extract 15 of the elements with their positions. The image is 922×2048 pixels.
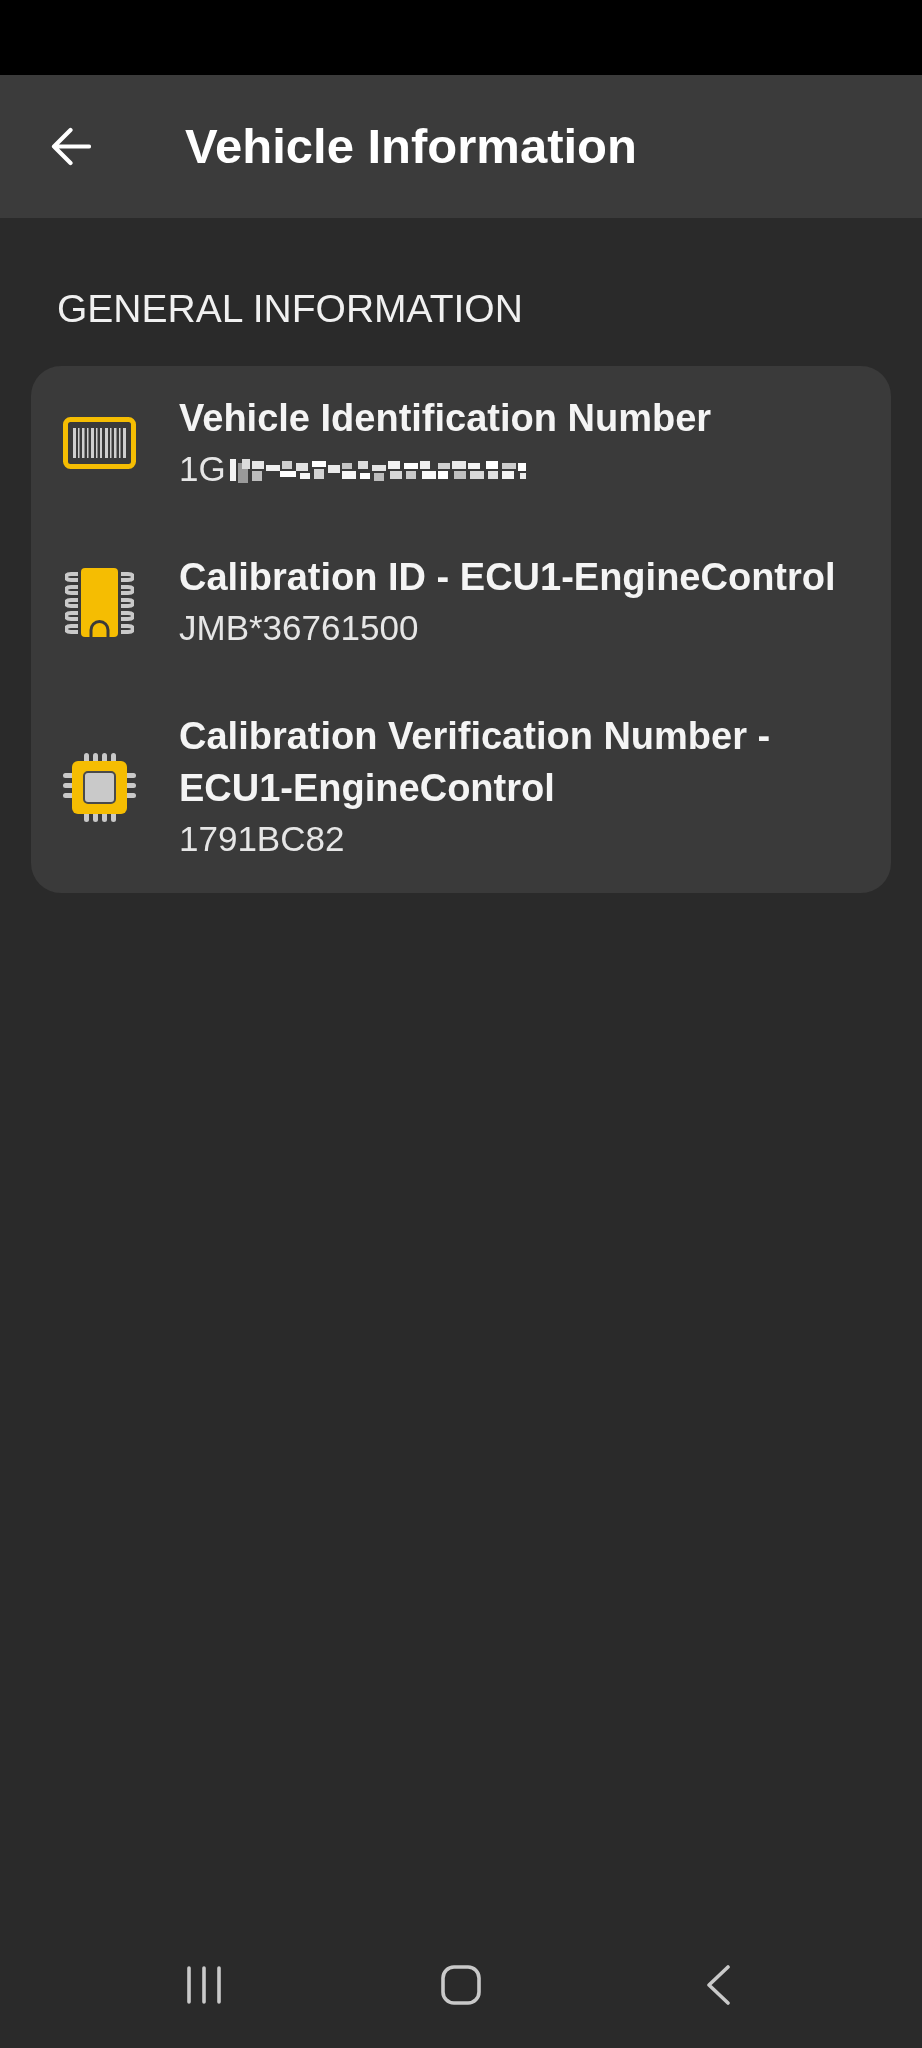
field-label: Calibration ID - ECU1-EngineControl bbox=[179, 555, 837, 600]
field-label: Calibration Verification Number - ECU1-EngineControl bbox=[179, 714, 772, 811]
field-value: 1791BC82 bbox=[179, 818, 345, 860]
screen-title: Vehicle Information bbox=[185, 118, 637, 176]
field-value: JMB*36761500 bbox=[179, 607, 419, 649]
back-arrow-icon bbox=[50, 126, 91, 167]
processor-icon bbox=[63, 752, 136, 822]
back-icon bbox=[706, 1965, 730, 2005]
field-label: Vehicle Identification Number bbox=[179, 396, 713, 441]
home-icon bbox=[441, 1965, 481, 2005]
field-value: 1G bbox=[179, 448, 226, 490]
recent-apps-icon bbox=[187, 1966, 221, 2004]
barcode-icon bbox=[63, 417, 136, 469]
section-heading: GENERAL INFORMATION bbox=[57, 286, 524, 332]
chip-icon bbox=[65, 567, 134, 637]
